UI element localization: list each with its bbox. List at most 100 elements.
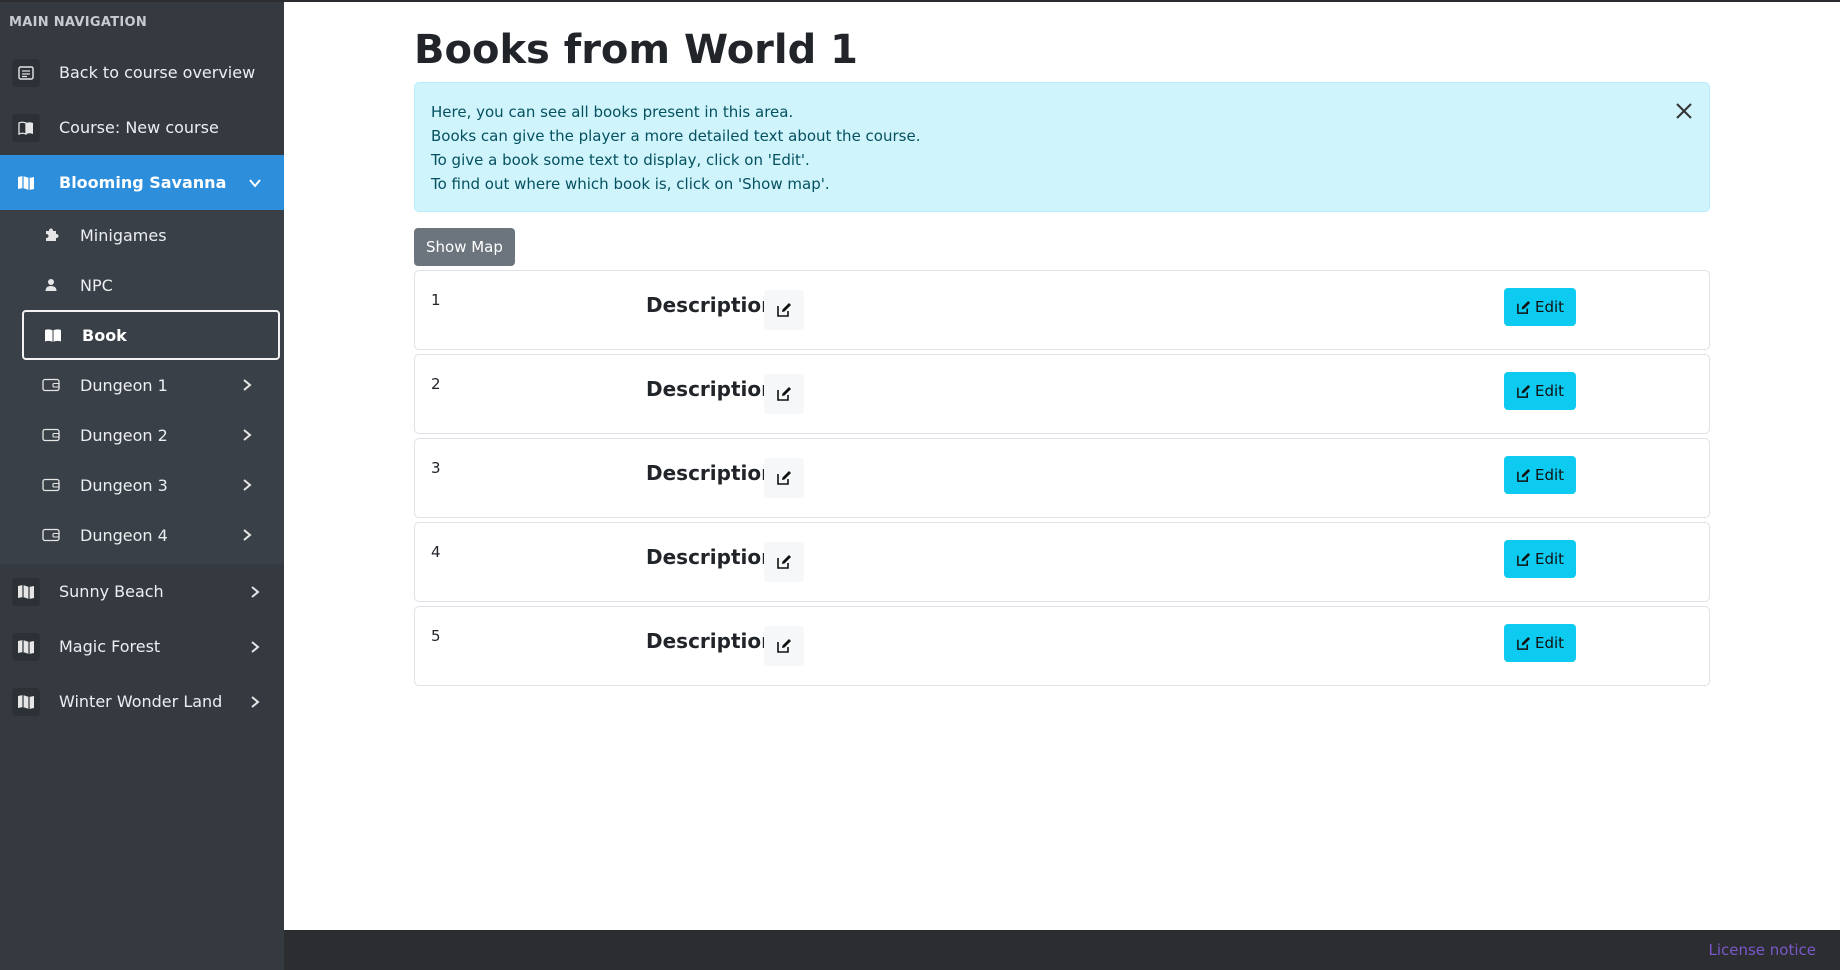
chevron-right-icon	[243, 479, 252, 491]
pencil-square-icon	[777, 303, 791, 317]
map-icon	[12, 632, 40, 661]
description-label: Description:	[646, 629, 784, 653]
edit-label: Edit	[1535, 466, 1565, 484]
wallet-icon	[42, 476, 60, 494]
edit-button[interactable]: Edit	[1504, 288, 1577, 326]
chevron-right-icon	[243, 529, 252, 541]
pencil-square-icon	[1517, 636, 1531, 650]
world-label: Sunny Beach	[59, 582, 164, 601]
edit-button[interactable]: Edit	[1504, 456, 1577, 494]
book-half-icon	[12, 113, 40, 142]
sidebar-item-label: Book	[82, 325, 127, 345]
edit-description-button[interactable]	[764, 542, 804, 582]
book-number: 3	[431, 459, 441, 477]
puzzle-icon	[42, 226, 60, 244]
pencil-square-icon	[777, 471, 791, 485]
sidebar-item-npc[interactable]: NPC	[22, 260, 280, 310]
wallet-icon	[42, 526, 60, 544]
pencil-square-icon	[777, 639, 791, 653]
footer-sidebar-part	[0, 930, 284, 970]
chevron-right-icon	[251, 695, 260, 708]
edit-button[interactable]: Edit	[1504, 372, 1577, 410]
pencil-square-icon	[777, 387, 791, 401]
world-submenu: Minigames NPC Book Dungeon 1 Dungeon 2 D…	[0, 210, 284, 564]
pencil-square-icon	[1517, 468, 1531, 482]
alert-line: To give a book some text to display, cli…	[431, 151, 810, 169]
close-icon[interactable]	[1673, 100, 1695, 122]
back-to-overview-label: Back to course overview	[59, 63, 256, 82]
top-border	[0, 0, 1840, 2]
book-list: 1 Description: Edit 2 Description: Edit …	[414, 270, 1710, 690]
sidebar-item-dungeon-3[interactable]: Dungeon 3	[22, 460, 280, 510]
book-number: 1	[431, 291, 441, 309]
book-row: 3 Description: Edit	[414, 438, 1710, 518]
person-icon	[42, 276, 60, 294]
book-number: 2	[431, 375, 441, 393]
sidebar-item-dungeon-4[interactable]: Dungeon 4	[22, 510, 280, 560]
chevron-right-icon	[243, 379, 252, 391]
book-row: 1 Description: Edit	[414, 270, 1710, 350]
world-label: Blooming Savanna	[59, 173, 227, 192]
pencil-square-icon	[1517, 300, 1531, 314]
pencil-square-icon	[1517, 552, 1531, 566]
world-label: Winter Wonder Land	[59, 692, 223, 711]
world-magic-forest[interactable]: Magic Forest	[0, 619, 284, 674]
card-text-icon	[12, 58, 40, 87]
edit-label: Edit	[1535, 550, 1565, 568]
footer: License notice	[0, 930, 1840, 970]
page-title: Books from World 1	[414, 27, 859, 73]
book-number: 4	[431, 543, 441, 561]
sidebar: MAIN NAVIGATION Back to course overview …	[0, 0, 284, 945]
world-label: Magic Forest	[59, 637, 161, 656]
nav-header: MAIN NAVIGATION	[9, 15, 148, 30]
license-notice-link[interactable]: License notice	[1708, 941, 1816, 959]
alert-line: To find out where which book is, click o…	[431, 175, 830, 193]
chevron-down-icon	[249, 178, 261, 188]
world-winter-wonder-land[interactable]: Winter Wonder Land	[0, 674, 284, 729]
alert-line: Books can give the player a more detaile…	[431, 127, 921, 145]
world-sunny-beach[interactable]: Sunny Beach	[0, 564, 284, 619]
book-row: 2 Description: Edit	[414, 354, 1710, 434]
edit-label: Edit	[1535, 382, 1565, 400]
map-icon	[12, 169, 40, 197]
book-icon	[44, 326, 62, 344]
sidebar-item-label: NPC	[80, 275, 113, 295]
sidebar-item-label: Dungeon 1	[80, 375, 168, 395]
course-link[interactable]: Course: New course	[0, 100, 284, 155]
edit-button[interactable]: Edit	[1504, 540, 1577, 578]
sidebar-item-book[interactable]: Book	[22, 310, 280, 360]
edit-label: Edit	[1535, 634, 1565, 652]
sidebar-item-dungeon-1[interactable]: Dungeon 1	[22, 360, 280, 410]
book-number: 5	[431, 627, 441, 645]
chevron-right-icon	[251, 640, 260, 653]
chevron-right-icon	[243, 429, 252, 441]
pencil-square-icon	[777, 555, 791, 569]
description-label: Description:	[646, 293, 784, 317]
map-icon	[12, 687, 40, 716]
edit-description-button[interactable]	[764, 374, 804, 414]
info-alert: Here, you can see all books present in t…	[414, 82, 1710, 212]
sidebar-item-label: Minigames	[80, 225, 167, 245]
course-label: Course: New course	[59, 118, 219, 137]
description-label: Description:	[646, 461, 784, 485]
wallet-icon	[42, 426, 60, 444]
sidebar-item-label: Dungeon 4	[80, 525, 168, 545]
description-label: Description:	[646, 377, 784, 401]
sidebar-item-minigames[interactable]: Minigames	[22, 210, 280, 260]
edit-description-button[interactable]	[764, 290, 804, 330]
show-map-button[interactable]: Show Map	[414, 228, 515, 266]
edit-label: Edit	[1535, 298, 1565, 316]
pencil-square-icon	[1517, 384, 1531, 398]
edit-description-button[interactable]	[764, 626, 804, 666]
book-row: 5 Description: Edit	[414, 606, 1710, 686]
book-row: 4 Description: Edit	[414, 522, 1710, 602]
edit-description-button[interactable]	[764, 458, 804, 498]
back-to-overview-link[interactable]: Back to course overview	[0, 45, 284, 100]
world-blooming-savanna[interactable]: Blooming Savanna	[0, 155, 284, 210]
chevron-right-icon	[251, 585, 260, 598]
description-label: Description:	[646, 545, 784, 569]
sidebar-item-dungeon-2[interactable]: Dungeon 2	[22, 410, 280, 460]
sidebar-item-label: Dungeon 3	[80, 475, 168, 495]
edit-button[interactable]: Edit	[1504, 624, 1577, 662]
wallet-icon	[42, 376, 60, 394]
